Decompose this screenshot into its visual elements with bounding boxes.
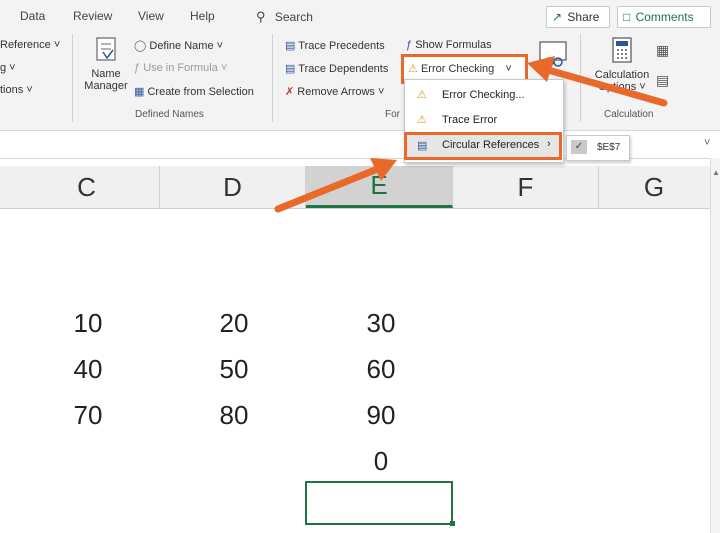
annotation-arrows	[274, 56, 668, 213]
arrow-to-error-checking	[527, 56, 668, 107]
arrow-to-circular-references	[274, 158, 397, 213]
